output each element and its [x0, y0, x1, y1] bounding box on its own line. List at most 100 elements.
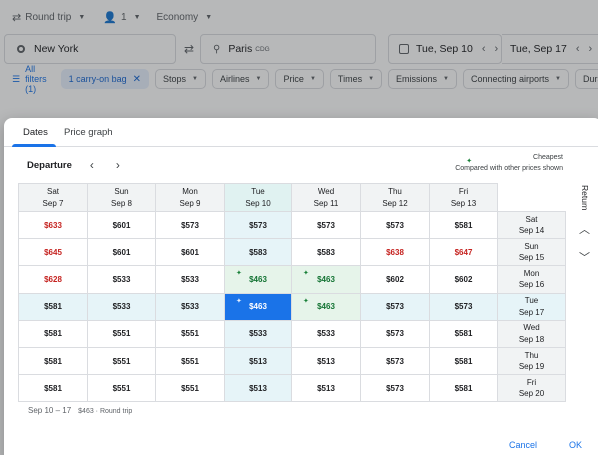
- price-value: $601: [181, 247, 199, 257]
- ok-button[interactable]: OK: [569, 440, 582, 450]
- price-cell[interactable]: $581: [18, 374, 88, 403]
- price-row: $581 $533 $533 ✦ $463 ✦ $463 $573 $573 Tue Sep 17: [18, 292, 566, 321]
- price-cell[interactable]: $513: [291, 346, 361, 376]
- date-label: Sep 7: [42, 198, 64, 208]
- departure-day-header[interactable]: Fri Sep 13: [429, 183, 498, 212]
- date-label: Sep 15: [518, 253, 545, 263]
- return-day-header[interactable]: Thu Sep 19: [497, 346, 566, 376]
- price-value: $573: [454, 302, 473, 312]
- price-cell[interactable]: $533: [87, 292, 156, 321]
- price-value: $573: [386, 329, 404, 339]
- price-cell[interactable]: $551: [87, 346, 156, 376]
- price-value: $551: [112, 329, 131, 339]
- price-cell[interactable]: $581: [429, 374, 498, 403]
- price-cell[interactable]: $533: [155, 292, 225, 321]
- price-cell[interactable]: $533: [155, 265, 225, 294]
- price-cell[interactable]: $601: [155, 238, 225, 267]
- price-value: $602: [386, 274, 404, 284]
- departure-day-header[interactable]: Thu Sep 12: [360, 183, 430, 212]
- weekday-label: Wed: [317, 187, 335, 196]
- tab-price-graph[interactable]: Price graph: [64, 127, 113, 138]
- price-cell[interactable]: $602: [360, 265, 430, 294]
- price-cell[interactable]: $601: [87, 238, 156, 267]
- price-value: $551: [112, 356, 131, 366]
- price-cell[interactable]: $628: [18, 265, 88, 294]
- chevron-up-icon[interactable]: ︿: [579, 221, 590, 237]
- price-cell[interactable]: $581: [429, 210, 498, 240]
- weekday-label: Mon: [523, 268, 540, 278]
- price-cell[interactable]: $581: [429, 319, 498, 348]
- weekday-label: Fri: [458, 187, 469, 196]
- price-cell[interactable]: $573: [224, 210, 292, 240]
- price-cell[interactable]: $573: [360, 319, 430, 348]
- price-cell[interactable]: $513: [224, 374, 292, 403]
- price-value: $581: [454, 220, 473, 230]
- tab-dates[interactable]: Dates: [23, 127, 48, 138]
- chevron-down-icon[interactable]: ﹀: [579, 249, 590, 265]
- price-value: $581: [454, 356, 473, 366]
- price-cell[interactable]: $533: [87, 265, 156, 294]
- price-cell[interactable]: $573: [429, 292, 498, 321]
- price-cell[interactable]: $533: [224, 319, 292, 348]
- cancel-button[interactable]: Cancel: [509, 440, 537, 450]
- price-cell[interactable]: $551: [155, 346, 225, 376]
- return-day-header[interactable]: Tue Sep 17: [497, 292, 566, 321]
- return-day-header[interactable]: Sun Sep 15: [497, 238, 566, 267]
- departure-day-header[interactable]: Wed Sep 11: [291, 183, 361, 212]
- price-cell[interactable]: $573: [291, 210, 361, 240]
- weekday-label: Fri: [526, 377, 537, 387]
- price-cell[interactable]: $513: [291, 374, 361, 403]
- price-cell[interactable]: $573: [360, 292, 430, 321]
- weekday-label: Tue: [251, 187, 265, 196]
- price-cell[interactable]: $551: [155, 319, 225, 348]
- price-cell[interactable]: $581: [429, 346, 498, 376]
- departure-day-header[interactable]: Mon Sep 9: [155, 183, 225, 212]
- date-label: Sep 19: [518, 362, 545, 372]
- price-cell[interactable]: $551: [155, 374, 225, 403]
- price-cell[interactable]: $551: [87, 319, 156, 348]
- departure-day-header[interactable]: Sat Sep 7: [18, 183, 88, 212]
- return-day-header[interactable]: Sat Sep 14: [497, 210, 566, 240]
- date-label: Sep 16: [518, 280, 545, 290]
- price-value: $533: [181, 302, 199, 312]
- chevron-right-icon[interactable]: ›: [116, 158, 120, 172]
- date-label: Sep 18: [518, 334, 545, 344]
- price-cell[interactable]: $581: [18, 292, 88, 321]
- return-day-header[interactable]: Mon Sep 16: [497, 265, 566, 294]
- price-cell[interactable]: $573: [155, 210, 225, 240]
- price-cell[interactable]: $581: [18, 319, 88, 348]
- price-cell[interactable]: $581: [18, 346, 88, 376]
- weekday-label: Sun: [114, 187, 129, 196]
- price-value: $581: [454, 329, 473, 339]
- price-cell[interactable]: $533: [291, 319, 361, 348]
- price-value: $573: [249, 220, 267, 230]
- chevron-left-icon[interactable]: ‹: [90, 158, 94, 172]
- price-cell[interactable]: $601: [87, 210, 156, 240]
- price-cell[interactable]: $551: [87, 374, 156, 403]
- return-day-header[interactable]: Fri Sep 20: [497, 374, 566, 403]
- price-value: $645: [44, 247, 62, 257]
- sparkle-icon: ✦: [466, 158, 473, 165]
- date-label: Sep 17: [518, 307, 545, 317]
- price-cell[interactable]: $633: [18, 210, 88, 240]
- price-cell[interactable]: $573: [360, 210, 430, 240]
- price-cell[interactable]: ✦ $463: [224, 292, 292, 321]
- price-cell[interactable]: $638: [360, 238, 430, 267]
- return-day-header[interactable]: Wed Sep 18: [497, 319, 566, 348]
- price-cell[interactable]: $647: [429, 238, 498, 267]
- price-cell[interactable]: ✦ $463: [291, 292, 361, 321]
- price-cell[interactable]: $645: [18, 238, 88, 267]
- price-cell[interactable]: $583: [224, 238, 292, 267]
- price-value: $581: [44, 356, 62, 366]
- departure-day-header[interactable]: Sun Sep 8: [87, 183, 156, 212]
- weekday-label: Sat: [46, 187, 59, 196]
- price-cell[interactable]: $513: [224, 346, 292, 376]
- price-value: $647: [454, 247, 473, 257]
- price-cell[interactable]: $573: [360, 346, 430, 376]
- price-cell[interactable]: ✦ $463: [291, 265, 361, 294]
- price-cell[interactable]: $602: [429, 265, 498, 294]
- price-cell[interactable]: ✦ $463: [224, 265, 292, 294]
- price-cell[interactable]: $573: [360, 374, 430, 403]
- departure-day-header[interactable]: Tue Sep 10: [224, 183, 292, 212]
- price-cell[interactable]: $583: [291, 238, 361, 267]
